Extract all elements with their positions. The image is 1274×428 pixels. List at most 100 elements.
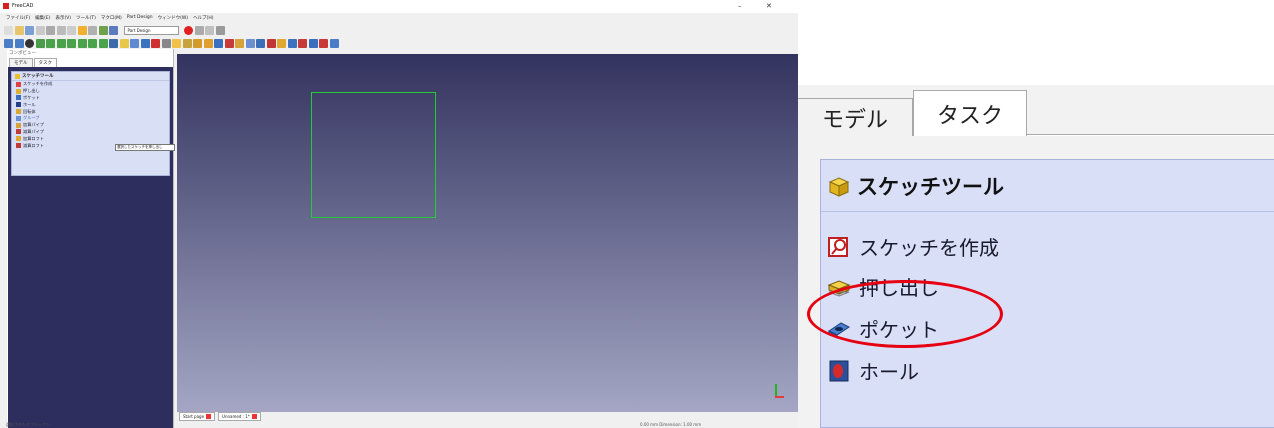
task-area: スケッチツール スケッチを作成 押し出し ポケット ホール 回転体 グルーブ 加… [8, 67, 173, 428]
hole-icon[interactable] [224, 38, 234, 48]
revolution-icon[interactable] [235, 38, 244, 48]
task-item-subtractive-pipe[interactable]: 減算パイプ [12, 129, 169, 136]
task-item-label: 減算パイプ [23, 128, 44, 134]
groove-icon[interactable] [245, 38, 255, 48]
whats-this-icon[interactable] [109, 25, 118, 35]
stop-macro-icon[interactable] [194, 25, 204, 35]
task-item-label: 減算ロフト [23, 142, 44, 148]
task-item-revolution[interactable]: 回転体 [12, 108, 169, 115]
datum-point-icon[interactable] [172, 38, 181, 48]
task-item-create-sketch[interactable]: スケッチを作成 [12, 81, 169, 88]
zoom-item-label: スケッチを作成 [859, 236, 999, 260]
redo-icon[interactable] [88, 25, 97, 35]
zoom-item-hole[interactable]: ホール [827, 356, 919, 385]
rear-view-icon[interactable] [77, 38, 87, 48]
draw-style-icon[interactable] [25, 38, 34, 48]
chamfer-icon[interactable] [266, 38, 276, 48]
part-icon[interactable] [119, 38, 129, 48]
task-item-groove[interactable]: グルーブ [12, 115, 169, 122]
paste-icon[interactable] [67, 25, 76, 35]
datum-line-icon[interactable] [182, 38, 192, 48]
zoom-sketch-tools-header[interactable]: スケッチツール [821, 160, 1274, 212]
close-tab-icon[interactable] [206, 414, 212, 419]
additive-pipe-icon [16, 122, 21, 128]
body-icon[interactable] [130, 38, 139, 48]
create-sketch-icon [828, 236, 848, 257]
datum-plane-icon[interactable] [193, 38, 202, 48]
zoom-item-label: ホール [859, 360, 919, 384]
task-item-hole[interactable]: ホール [12, 101, 169, 108]
menu-file[interactable]: ファイル(F) [6, 15, 30, 21]
tab-label: Unnamed : 1* [222, 414, 250, 419]
task-item-additive-pipe[interactable]: 加算パイプ [12, 122, 169, 129]
zoom-tab-model[interactable]: モデル [798, 98, 913, 136]
cut-icon[interactable] [46, 25, 55, 35]
3d-viewport[interactable] [177, 54, 798, 412]
refresh-icon[interactable] [98, 25, 108, 35]
fillet-icon[interactable] [256, 38, 265, 48]
fit-all-icon[interactable] [4, 38, 13, 48]
close-button[interactable]: ✕ [766, 2, 772, 10]
create-body-icon[interactable] [140, 38, 150, 48]
tab-unnamed-doc[interactable]: Unnamed : 1* [218, 412, 261, 421]
menu-window[interactable]: ウィンドウ(W) [158, 15, 188, 21]
zoomed-task-panel: モデル タスク スケッチツール スケッチを作成 押し出し ポケット ホール [798, 85, 1274, 428]
save-icon[interactable] [25, 25, 34, 35]
axis-x-indicator [775, 396, 784, 398]
mirrored-icon[interactable] [298, 38, 307, 48]
hole-icon [16, 102, 21, 108]
sketch-rectangle[interactable] [311, 92, 436, 218]
view-toolbar [0, 37, 798, 49]
edit-macro-icon[interactable] [205, 25, 214, 35]
combo-view-panel: コンボビュー モデル タスク スケッチツール スケッチを作成 押し出し ポケット… [7, 49, 174, 428]
record-macro-icon[interactable] [184, 25, 193, 35]
thickness-icon[interactable] [287, 38, 297, 48]
open-folder-icon[interactable] [14, 25, 24, 35]
close-tab-icon[interactable] [251, 414, 257, 419]
zoom-item-create-sketch[interactable]: スケッチを作成 [827, 232, 999, 261]
menu-partdesign[interactable]: Part Design [127, 15, 153, 20]
draft-icon[interactable] [277, 38, 286, 48]
run-macro-icon[interactable] [215, 25, 225, 35]
menu-view[interactable]: 表示(V) [55, 15, 71, 21]
menu-macro[interactable]: マクロ(M) [101, 15, 122, 21]
print-icon[interactable] [35, 25, 45, 35]
cube-icon [828, 176, 850, 197]
task-item-additive-loft[interactable]: 加算ロフト [12, 135, 169, 142]
left-view-icon[interactable] [98, 38, 108, 48]
fit-selection-icon[interactable] [14, 38, 24, 48]
tab-start-page[interactable]: Start page [179, 412, 216, 421]
measure-icon[interactable] [109, 38, 118, 48]
new-file-icon[interactable] [4, 25, 13, 35]
menu-edit[interactable]: 編集(E) [35, 15, 50, 21]
bottom-view-icon[interactable] [88, 38, 97, 48]
task-item-pocket[interactable]: ポケット [12, 95, 169, 102]
copy-icon[interactable] [56, 25, 66, 35]
pocket-icon[interactable] [214, 38, 223, 48]
validate-sketch-icon[interactable] [161, 38, 171, 48]
minimize-button[interactable]: – [738, 2, 742, 10]
subtractive-pipe-icon [16, 129, 21, 135]
pad-highlight-oval [807, 280, 1003, 348]
pad-tooltip: 選択したスケッチを押し出し [115, 144, 175, 151]
menu-tools[interactable]: ツール(T) [76, 15, 96, 21]
task-item-label: グルーブ [23, 115, 40, 121]
zoom-tab-task[interactable]: タスク [913, 90, 1027, 136]
create-sketch-icon[interactable] [151, 38, 160, 48]
workbench-select[interactable]: Part Design [123, 25, 179, 35]
task-item-pad[interactable]: 押し出し [12, 88, 169, 95]
sketch-tools-header[interactable]: スケッチツール [12, 72, 169, 81]
multi-transform-icon[interactable] [329, 38, 339, 48]
menu-help[interactable]: ヘルプ(H) [193, 15, 213, 21]
status-dimensions: 0.00 mm Dimension: 1.00 mm [640, 422, 702, 427]
pad-icon[interactable] [203, 38, 213, 48]
isometric-icon[interactable] [35, 38, 45, 48]
right-view-icon[interactable] [67, 38, 76, 48]
top-view-icon[interactable] [56, 38, 66, 48]
undo-icon[interactable] [77, 25, 87, 35]
polar-pattern-icon[interactable] [319, 38, 328, 48]
zoom-sketch-tools-label: スケッチツール [857, 174, 1004, 199]
freecad-logo-icon [3, 3, 9, 9]
linear-pattern-icon[interactable] [308, 38, 318, 48]
front-view-icon[interactable] [46, 38, 55, 48]
